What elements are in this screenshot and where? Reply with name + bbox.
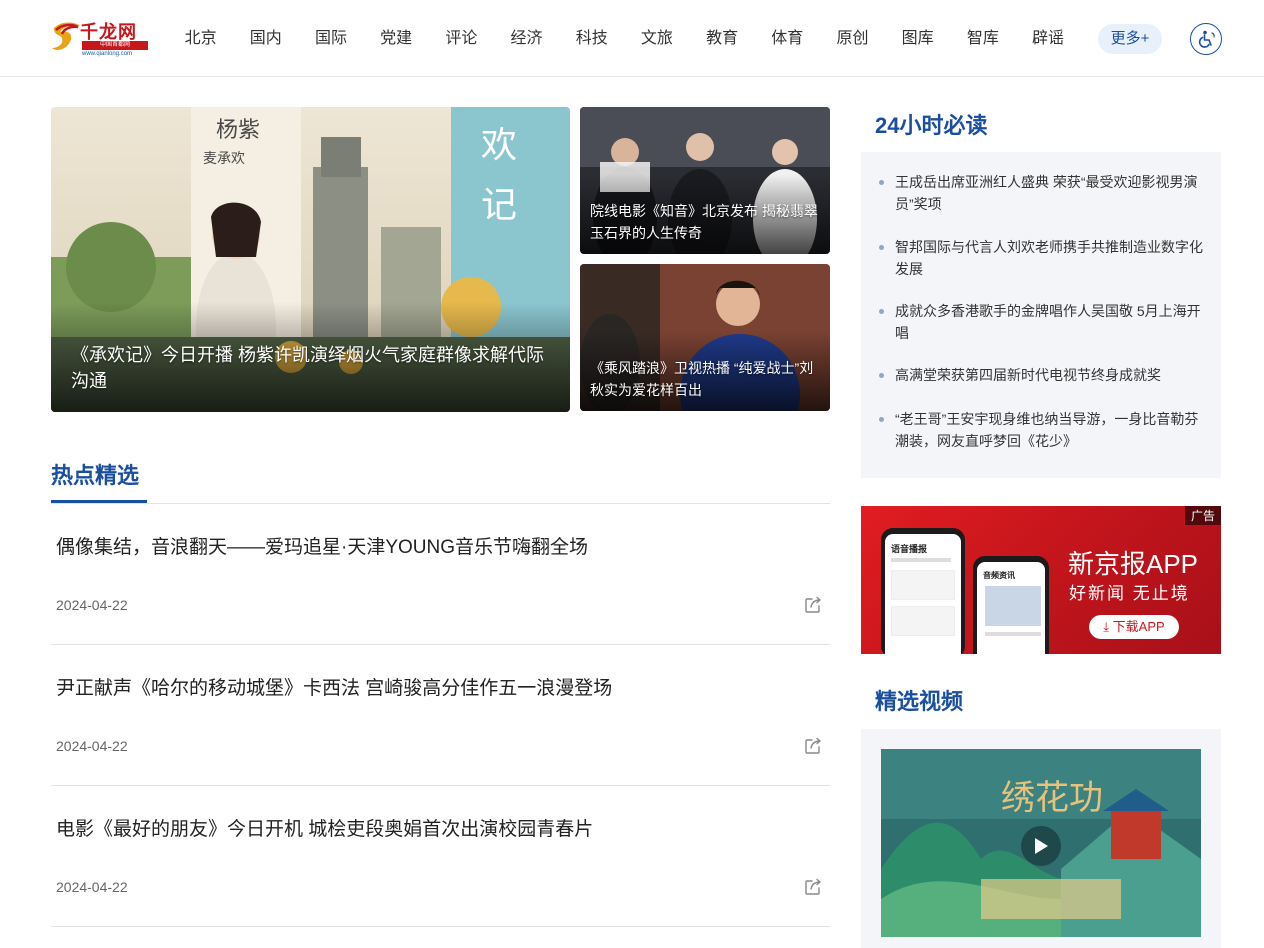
hero-side-caption-1[interactable]: 院线电影《知音》北京发布 揭秘翡翠玉石界的人生传奇 xyxy=(590,200,820,244)
must-read-item-text[interactable]: 王成岳出席亚洲红人盛典 荣获“最受欢迎影视男演员”奖项 xyxy=(895,171,1211,215)
nav-item-original[interactable]: 原创 xyxy=(820,24,885,54)
phone-screen-line xyxy=(985,632,1041,636)
site-header: 千龙网 中国首都网 www.qianlong.com 北京 国内 国际 党建 评… xyxy=(0,0,1264,77)
svg-text:绣花功: 绣花功 xyxy=(1001,778,1103,818)
hot-picks-title: 热点精选 xyxy=(51,463,140,488)
svg-text:麦承欢: 麦承欢 xyxy=(203,151,245,167)
must-read-item-text[interactable]: 成就众多香港歌手的金牌唱作人吴国敬 5月上海开唱 xyxy=(895,300,1211,344)
nav-item-education[interactable]: 教育 xyxy=(690,24,755,54)
logo-subtext: 中国首都网 xyxy=(82,41,148,50)
news-item-title[interactable]: 电影《最好的朋友》今日开机 城桧吏段奥娟首次出演校园青春片 xyxy=(56,814,593,841)
phone-screen: 音频资讯 xyxy=(977,562,1045,654)
nav-item-international[interactable]: 国际 xyxy=(298,24,363,54)
phone-screen-header: 语音播报 xyxy=(891,544,928,554)
ad-download-button[interactable]: ⤓ 下载APP xyxy=(1089,615,1179,639)
share-icon[interactable] xyxy=(804,737,822,755)
phone-screen-image xyxy=(985,586,1041,626)
share-icon[interactable] xyxy=(804,878,822,896)
phone-mockup-2: 音频资讯 xyxy=(973,556,1049,654)
video-thumbnail[interactable]: 绣花功 xyxy=(881,749,1201,937)
news-item-date: 2024-04-22 xyxy=(56,738,128,754)
accessibility-button[interactable] xyxy=(1190,23,1222,55)
news-item-3[interactable]: 电影《最好的朋友》今日开机 城桧吏段奥娟首次出演校园青春片 2024-04-22 xyxy=(51,786,830,927)
svg-text:欢: 欢 xyxy=(481,125,517,166)
svg-text:杨紫: 杨紫 xyxy=(216,118,260,143)
phone-screen-card xyxy=(891,606,955,636)
featured-video-title: 精选视频 xyxy=(875,689,964,714)
ad-app-name: 新京报APP xyxy=(1068,549,1199,579)
featured-video-panel: 绣花功 xyxy=(861,729,1221,948)
news-item-title[interactable]: 尹正献声《哈尔的移动城堡》卡西法 宫崎骏高分佳作五一浪漫登场 xyxy=(56,673,612,700)
download-icon: ⤓ xyxy=(1103,619,1110,634)
bullet-dot-icon xyxy=(879,417,884,422)
nav-item-think-tank[interactable]: 智库 xyxy=(950,24,1015,54)
phone-screen-line xyxy=(891,558,951,562)
news-item-date: 2024-04-22 xyxy=(56,597,128,613)
nav-item-beijing[interactable]: 北京 xyxy=(168,24,233,54)
nav-item-culture-travel[interactable]: 文旅 xyxy=(624,24,689,54)
nav-item-sports[interactable]: 体育 xyxy=(755,24,820,54)
phone-screen-header: 音频资讯 xyxy=(983,571,1015,580)
nav-item-economy[interactable]: 经济 xyxy=(494,24,559,54)
nav-item-rumor-refute[interactable]: 辟谣 xyxy=(1015,24,1080,54)
accessibility-icon xyxy=(1198,30,1215,48)
svg-text:记: 记 xyxy=(481,185,517,226)
phone-screen-card xyxy=(891,570,955,600)
site-logo[interactable]: 千龙网 中国首都网 www.qianlong.com xyxy=(50,16,152,62)
news-item-1[interactable]: 偶像集结，音浪翻天——爱玛追星·天津YOUNG音乐节嗨翻全场 2024-04-2… xyxy=(51,504,830,645)
nav-item-party[interactable]: 党建 xyxy=(364,24,429,54)
logo-url-text: www.qianlong.com xyxy=(82,51,133,57)
hero-side-story-2[interactable]: 《乘风踏浪》卫视热播 “纯爱战士”刘秋实为爱花样百出 xyxy=(580,264,830,411)
share-icon[interactable] xyxy=(804,596,822,614)
news-item-title[interactable]: 偶像集结，音浪翻天——爱玛追星·天津YOUNG音乐节嗨翻全场 xyxy=(56,532,588,559)
bullet-dot-icon xyxy=(879,245,884,250)
must-read-panel: 王成岳出席亚洲红人盛典 荣获“最受欢迎影视男演员”奖项 智邦国际与代言人刘欢老师… xyxy=(861,152,1221,478)
bullet-dot-icon xyxy=(879,373,884,378)
nav-item-domestic[interactable]: 国内 xyxy=(233,24,298,54)
ad-label: 广告 xyxy=(1184,506,1221,525)
hero-main-story[interactable]: 杨紫 麦承欢 欢 记 《承欢记》今日开播 杨紫许凯演绎烟火气家庭群像求解代际沟通 xyxy=(51,107,570,412)
news-item-2[interactable]: 尹正献声《哈尔的移动城堡》卡西法 宫崎骏高分佳作五一浪漫登场 2024-04-2… xyxy=(51,645,830,786)
play-icon xyxy=(1035,838,1048,854)
nav-item-commentary[interactable]: 评论 xyxy=(429,24,494,54)
app-ad-banner[interactable]: 语音播报 音频资讯 广告 新京报APP 好新闻 无止境 ⤓ 下载APP xyxy=(861,506,1221,654)
news-item-date: 2024-04-22 xyxy=(56,879,128,895)
main-nav: 北京 国内 国际 党建 评论 经济 科技 文旅 教育 体育 原创 图库 智库 辟… xyxy=(168,24,1081,54)
must-read-item-text[interactable]: 高满堂荣获第四届新时代电视节终身成就奖 xyxy=(895,364,1211,386)
must-read-title: 24小时必读 xyxy=(875,113,988,138)
more-nav-button[interactable]: 更多+ xyxy=(1098,24,1162,54)
must-read-item-text[interactable]: “老王哥”王安宇现身维也纳当导游，一身比音勒芬潮装，网友直呼梦回《花少》 xyxy=(895,408,1211,452)
bullet-dot-icon xyxy=(879,309,884,314)
ad-download-label: 下载APP xyxy=(1112,619,1165,634)
nav-item-gallery[interactable]: 图库 xyxy=(885,24,950,54)
hero-side-caption-2[interactable]: 《乘风踏浪》卫视热播 “纯爱战士”刘秋实为爱花样百出 xyxy=(590,357,820,401)
bullet-dot-icon xyxy=(879,180,884,185)
hero-side-story-1[interactable]: 院线电影《知音》北京发布 揭秘翡翠玉石界的人生传奇 xyxy=(580,107,830,254)
nav-item-tech[interactable]: 科技 xyxy=(559,24,624,54)
play-button[interactable] xyxy=(1021,826,1061,866)
phone-screen: 语音播报 xyxy=(885,534,961,654)
must-read-item-text[interactable]: 智邦国际与代言人刘欢老师携手共推制造业数字化发展 xyxy=(895,236,1211,280)
hero-main-caption[interactable]: 《承欢记》今日开播 杨紫许凯演绎烟火气家庭群像求解代际沟通 xyxy=(71,342,550,394)
phone-mockup-1: 语音播报 xyxy=(881,528,965,654)
ad-slogan: 好新闻 无止境 xyxy=(1069,584,1190,603)
dragon-logo-icon xyxy=(52,22,80,50)
